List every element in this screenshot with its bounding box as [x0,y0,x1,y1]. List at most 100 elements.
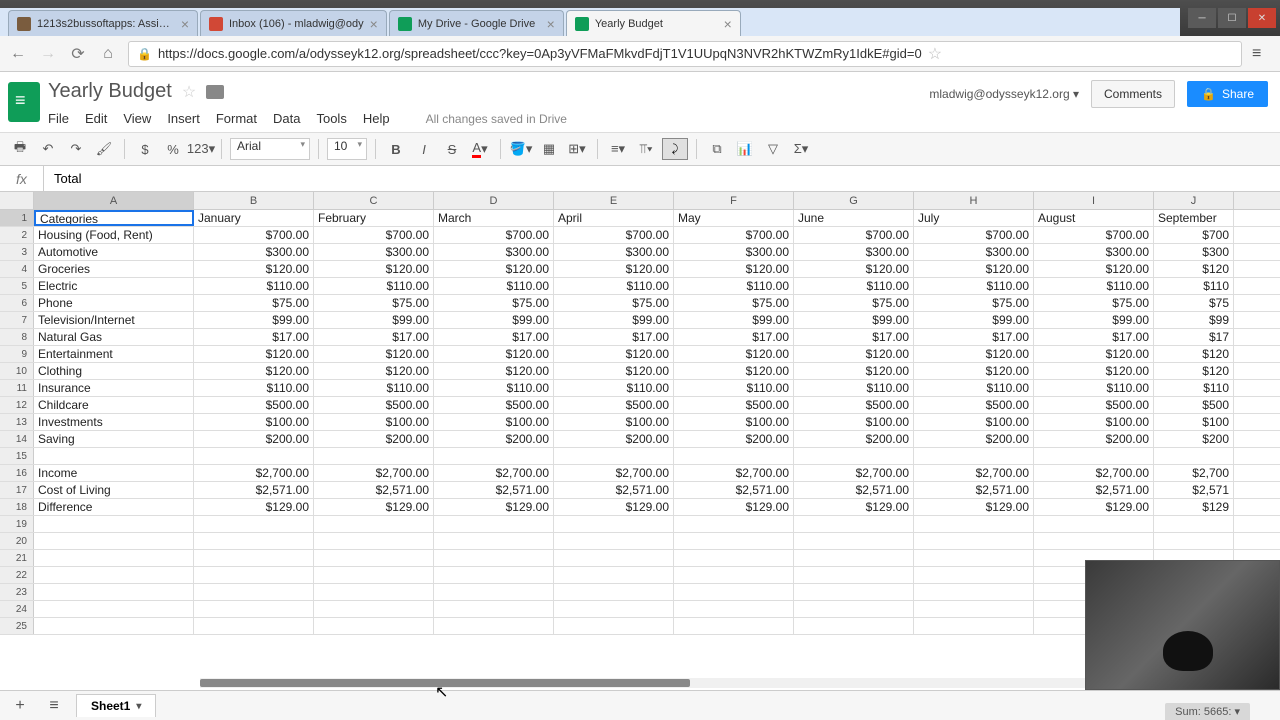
cell[interactable] [914,584,1034,600]
cell[interactable]: $99 [1154,312,1234,328]
cell[interactable]: $2,700.00 [1034,465,1154,481]
currency-icon[interactable]: $ [133,137,157,161]
all-sheets-icon[interactable]: ≡ [42,694,66,718]
cell[interactable] [194,550,314,566]
cell[interactable]: $17.00 [1034,329,1154,345]
cell[interactable] [674,567,794,583]
row-header[interactable]: 22 [0,567,34,583]
cell[interactable]: $500.00 [1034,397,1154,413]
cell[interactable]: $2,571.00 [194,482,314,498]
cell[interactable] [674,533,794,549]
cell[interactable]: $2,700.00 [194,465,314,481]
cell[interactable]: $2,700.00 [314,465,434,481]
cell[interactable] [554,516,674,532]
cell[interactable]: $200.00 [1034,431,1154,447]
cell[interactable]: Difference [34,499,194,515]
row-header[interactable]: 19 [0,516,34,532]
cell[interactable] [434,601,554,617]
cell[interactable]: $2,571.00 [554,482,674,498]
cell[interactable] [914,448,1034,464]
cell[interactable] [434,550,554,566]
column-header[interactable]: F [674,192,794,209]
cell[interactable]: $120.00 [314,261,434,277]
cell[interactable]: $75.00 [434,295,554,311]
cell[interactable]: $120.00 [194,261,314,277]
row-header[interactable]: 16 [0,465,34,481]
sheet-tab-menu-icon[interactable]: ▾ [136,701,141,712]
cell[interactable]: $2,700 [1154,465,1234,481]
select-all-corner[interactable] [0,192,34,209]
reload-button[interactable]: ⟳ [68,44,88,64]
menu-edit[interactable]: Edit [85,111,107,126]
cell[interactable]: $75.00 [1034,295,1154,311]
strikethrough-icon[interactable]: S [440,137,464,161]
cell[interactable]: $700.00 [1034,227,1154,243]
cell[interactable]: $500.00 [674,397,794,413]
cell[interactable]: $2,571.00 [1034,482,1154,498]
row-header[interactable]: 8 [0,329,34,345]
cell[interactable]: $700 [1154,227,1234,243]
maximize-button[interactable]: ☐ [1218,8,1246,28]
text-color-icon[interactable]: A▾ [468,137,492,161]
browser-tab[interactable]: Yearly Budget × [566,10,741,36]
wrap-text-icon[interactable]: ⤸ [662,138,688,160]
tab-close-icon[interactable]: × [181,16,189,32]
cell[interactable]: $2,571.00 [794,482,914,498]
cell[interactable] [314,516,434,532]
cell[interactable]: $100.00 [434,414,554,430]
cell[interactable] [314,584,434,600]
row-header[interactable]: 17 [0,482,34,498]
cell[interactable]: Clothing [34,363,194,379]
cell[interactable]: $700.00 [194,227,314,243]
cell[interactable] [1034,516,1154,532]
cell[interactable] [434,567,554,583]
cell[interactable] [674,601,794,617]
cell[interactable]: $129.00 [674,499,794,515]
close-button[interactable]: ✕ [1248,8,1276,28]
cell[interactable]: $120.00 [794,346,914,362]
cell[interactable]: July [914,210,1034,226]
cell[interactable]: $300.00 [194,244,314,260]
column-header[interactable]: J [1154,192,1234,209]
cell[interactable] [194,533,314,549]
cell[interactable] [674,550,794,566]
cell[interactable] [1154,448,1234,464]
cell[interactable] [914,550,1034,566]
column-header[interactable]: I [1034,192,1154,209]
sheet-tab-active[interactable]: Sheet1 ▾ [76,694,156,717]
row-header[interactable]: 6 [0,295,34,311]
cell[interactable]: $99.00 [1034,312,1154,328]
bookmark-star-icon[interactable]: ☆ [928,44,942,64]
tab-close-icon[interactable]: × [724,16,732,32]
column-header[interactable]: E [554,192,674,209]
cell[interactable]: $300.00 [914,244,1034,260]
cell[interactable] [674,516,794,532]
cell[interactable]: $99.00 [674,312,794,328]
add-sheet-button[interactable]: + [8,694,32,718]
cell[interactable] [34,618,194,634]
cell[interactable]: $100.00 [914,414,1034,430]
cell[interactable]: $120 [1154,346,1234,362]
cell[interactable] [194,516,314,532]
cell[interactable]: March [434,210,554,226]
cell[interactable]: $2,571.00 [434,482,554,498]
browser-tab[interactable]: My Drive - Google Drive × [389,10,564,36]
menu-format[interactable]: Format [216,111,257,126]
cell[interactable]: $129.00 [794,499,914,515]
row-header[interactable]: 20 [0,533,34,549]
cell[interactable] [674,584,794,600]
tab-close-icon[interactable]: × [370,16,378,32]
cell[interactable] [34,584,194,600]
cell[interactable]: $2,700.00 [794,465,914,481]
cell[interactable]: $100 [1154,414,1234,430]
cell[interactable]: $500.00 [794,397,914,413]
cell[interactable]: $110 [1154,380,1234,396]
sheets-logo-icon[interactable] [8,82,40,122]
cell[interactable] [34,516,194,532]
comments-button[interactable]: Comments [1091,80,1175,108]
cell[interactable]: $100.00 [554,414,674,430]
cell[interactable]: $110.00 [554,380,674,396]
row-header[interactable]: 5 [0,278,34,294]
cell[interactable]: $200.00 [674,431,794,447]
cell[interactable] [194,618,314,634]
